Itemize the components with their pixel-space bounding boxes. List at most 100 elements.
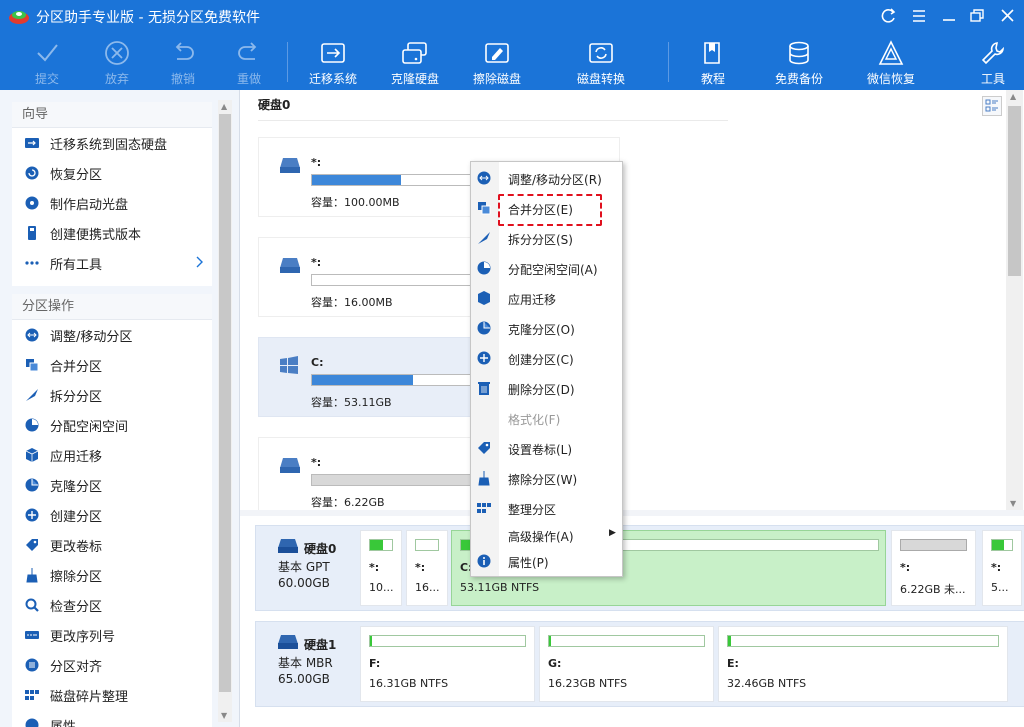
- menu-item-defrag[interactable]: 整理分区: [471, 493, 622, 523]
- serial-icon: [24, 627, 40, 643]
- migrate-icon: [24, 135, 40, 151]
- toolbar-separator: [287, 42, 288, 82]
- undo-button[interactable]: 撤销: [162, 32, 204, 90]
- menu-item-format[interactable]: 格式化(F): [471, 403, 622, 433]
- usage-bar: [415, 539, 439, 551]
- clone-icon: [24, 477, 40, 493]
- wizard-item-migrate-ssd[interactable]: 迁移系统到固态硬盘: [12, 128, 212, 158]
- partition-block[interactable]: *: 6.22GB 未...: [891, 530, 976, 606]
- app-logo-icon: [8, 7, 30, 25]
- toolbar-separator: [668, 42, 669, 82]
- clone-disk-button[interactable]: 克隆硬盘: [386, 32, 444, 90]
- book-icon: [701, 38, 725, 68]
- usage-bar: [369, 635, 526, 647]
- tag-icon: [476, 440, 492, 456]
- broom-icon: [476, 470, 492, 486]
- redo-button[interactable]: 重做: [228, 32, 270, 90]
- op-merge[interactable]: 合并分区: [12, 350, 212, 380]
- op-check-partition[interactable]: 检查分区: [12, 590, 212, 620]
- menu-item-clone-partition[interactable]: 克隆分区(O): [471, 313, 622, 343]
- partition-block[interactable]: *: 10...: [360, 530, 402, 606]
- wizard-item-boot-disc[interactable]: 制作启动光盘: [12, 188, 212, 218]
- op-align-partition[interactable]: 分区对齐: [12, 650, 212, 680]
- menu-item-wipe-partition[interactable]: 擦除分区(W): [471, 463, 622, 493]
- undo-icon: [169, 38, 197, 68]
- op-change-label[interactable]: 更改卷标: [12, 530, 212, 560]
- discard-button[interactable]: 放弃: [96, 32, 138, 90]
- wizard-item-portable[interactable]: 创建便携式版本: [12, 218, 212, 248]
- view-toggle-button[interactable]: [982, 96, 1002, 116]
- disk-convert-button[interactable]: 磁盘转换: [572, 32, 630, 90]
- free-backup-button[interactable]: 免费备份: [770, 32, 828, 90]
- main-scroll-thumb[interactable]: [1008, 106, 1021, 276]
- tag-icon: [24, 537, 40, 553]
- disk1-info[interactable]: 硬盘1 基本 MBR 65.00GB: [256, 622, 358, 706]
- wipe-disk-button[interactable]: 擦除磁盘: [468, 32, 526, 90]
- menu-item-set-label[interactable]: 设置卷标(L): [471, 433, 622, 463]
- menu-item-properties[interactable]: 属性(P): [471, 546, 622, 576]
- op-split[interactable]: 拆分分区: [12, 380, 212, 410]
- disk1-row: 硬盘1 基本 MBR 65.00GB F: 16.31GB NTFS G: 16…: [255, 621, 1024, 707]
- op-resize-move[interactable]: 调整/移动分区: [12, 320, 212, 350]
- menu-item-create-partition[interactable]: 创建分区(C): [471, 343, 622, 373]
- resize-icon: [24, 327, 40, 343]
- op-wipe-partition[interactable]: 擦除分区: [12, 560, 212, 590]
- close-icon[interactable]: [996, 6, 1018, 26]
- wipe-disk-icon: [483, 38, 511, 68]
- left-scroll-thumb[interactable]: [219, 114, 231, 692]
- partition-block[interactable]: *: 16...: [406, 530, 448, 606]
- info-icon: [24, 717, 40, 727]
- clone-disk-icon: [400, 38, 430, 68]
- menu-item-split[interactable]: 拆分分区(S): [471, 223, 622, 253]
- menu-item-resize-move[interactable]: 调整/移动分区(R): [471, 163, 622, 193]
- wizard-item-recover-partition[interactable]: 恢复分区: [12, 158, 212, 188]
- menu-item-delete-partition[interactable]: 删除分区(D): [471, 373, 622, 403]
- usage-fill: [312, 175, 402, 185]
- defrag-icon: [476, 500, 492, 516]
- op-clone-partition[interactable]: 克隆分区: [12, 470, 212, 500]
- disk0-row: 硬盘0 基本 GPT 60.00GB *: 10... *: 16... C: …: [255, 525, 1024, 611]
- menu-icon[interactable]: [908, 6, 930, 26]
- pie-icon: [476, 260, 492, 276]
- wizard-item-all-tools[interactable]: 所有工具: [12, 248, 212, 278]
- restore-icon[interactable]: [966, 6, 988, 26]
- scroll-down-icon[interactable]: ▼: [221, 711, 227, 720]
- resize-icon: [476, 170, 492, 186]
- commit-button[interactable]: 提交: [26, 32, 68, 90]
- recovery-icon: [876, 38, 906, 68]
- disk0-info[interactable]: 硬盘0 基本 GPT 60.00GB: [256, 526, 358, 610]
- partition-block[interactable]: G: 16.23GB NTFS: [539, 626, 714, 702]
- op-app-migrate[interactable]: 应用迁移: [12, 440, 212, 470]
- op-properties[interactable]: 属性: [12, 710, 212, 727]
- create-icon: [24, 507, 40, 523]
- main-scrollbar[interactable]: ▲ ▼: [1006, 90, 1023, 510]
- migrate-os-button[interactable]: 迁移系统: [304, 32, 362, 90]
- op-defrag[interactable]: 磁盘碎片整理: [12, 680, 212, 710]
- minimize-icon[interactable]: [938, 6, 960, 26]
- pie-icon: [24, 417, 40, 433]
- clone-icon: [476, 320, 492, 336]
- menu-item-app-migrate[interactable]: 应用迁移: [471, 283, 622, 313]
- left-scrollbar[interactable]: ▲ ▼: [218, 100, 232, 722]
- boot-disc-icon: [24, 195, 40, 211]
- merge-highlight-annotation: [498, 194, 602, 226]
- split-icon: [24, 387, 40, 403]
- op-create-partition[interactable]: 创建分区: [12, 500, 212, 530]
- scroll-up-icon[interactable]: ▲: [221, 102, 227, 111]
- tutorial-button[interactable]: 教程: [692, 32, 734, 90]
- op-change-serial[interactable]: 更改序列号: [12, 620, 212, 650]
- submenu-arrow-icon: ▶: [609, 528, 616, 538]
- broom-icon: [24, 567, 40, 583]
- tools-button[interactable]: 工具: [972, 32, 1014, 90]
- check-icon: [34, 38, 60, 68]
- op-allocate-free[interactable]: 分配空闲空间: [12, 410, 212, 440]
- wechat-recovery-button[interactable]: 微信恢复: [862, 32, 920, 90]
- partition-block[interactable]: F: 16.31GB NTFS: [360, 626, 535, 702]
- menu-item-allocate-free[interactable]: 分配空闲空间(A): [471, 253, 622, 283]
- partition-block[interactable]: E: 32.46GB NTFS: [718, 626, 1008, 702]
- chevron-right-icon: [194, 255, 204, 269]
- partition-block[interactable]: *: 5...: [982, 530, 1022, 606]
- scroll-down-icon[interactable]: ▼: [1010, 499, 1016, 508]
- refresh-icon[interactable]: [878, 6, 900, 26]
- scroll-up-icon[interactable]: ▲: [1010, 92, 1016, 101]
